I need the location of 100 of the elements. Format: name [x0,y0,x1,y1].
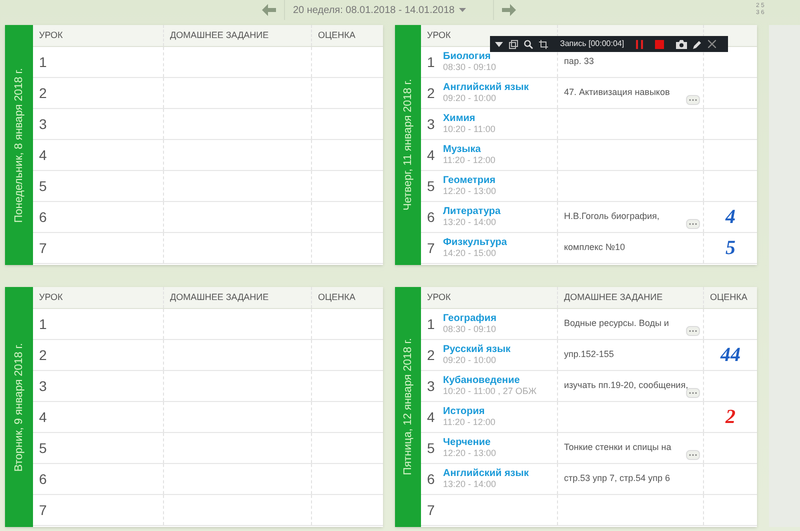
right-arrow-icon[interactable] [502,4,516,16]
subject-link[interactable]: Химия [443,113,496,124]
grade: 2 [726,405,736,430]
subject-link[interactable]: Английский язык [443,82,529,93]
lesson-time: 12:20 - 13:00 [443,448,496,459]
close-icon[interactable] [708,40,716,48]
lesson-number: 4 [427,408,436,426]
lesson-number: 6 [427,470,436,488]
column-header: ОЦЕНКА [318,28,356,42]
column-header: УРОК [427,290,451,304]
column-header: ДОМАШНЕЕ ЗАДАНИЕ [564,290,663,304]
lesson-time: 13:20 - 14:00 [443,217,498,228]
pencil-icon[interactable] [693,40,702,48]
lesson-number: 7 [427,238,436,258]
grade: 44 [720,343,740,368]
homework-text: стр.53 упр 7, стр.54 упр 6 [564,472,670,486]
lesson-time: 09:20 - 10:00 [443,93,498,104]
homework-text: комплекс №10 [564,241,626,254]
subject-link[interactable]: Черчение [443,437,496,448]
column-header: УРОК [427,28,451,42]
lesson-number: 2 [39,346,48,364]
lesson-number: 3 [39,376,48,396]
lesson-number: 1 [39,314,48,334]
column-header: ДОМАШНЕЕ ЗАДАНИЕ [170,290,269,304]
lesson-number: 3 [427,114,436,134]
subject-link[interactable]: География [443,313,496,324]
lesson-number: 6 [39,470,48,488]
subject-link[interactable]: Биология [443,51,496,62]
lesson-time: 14:20 - 15:00 [443,248,498,259]
day-date: Четверг, 11 января 2018 г. [400,79,415,211]
subject-link[interactable]: Русский язык [443,344,511,355]
search-icon[interactable] [524,40,533,48]
lesson-number: 5 [427,438,436,458]
lesson-number: 1 [39,52,48,72]
crop-icon[interactable] [539,40,548,48]
lesson-number: 6 [427,208,436,226]
homework-text: Тонкие стенки и спицы на [564,441,672,454]
lesson-number: 5 [39,176,48,196]
lesson-number: 2 [39,84,48,102]
camera-icon[interactable] [676,40,688,48]
subject-link[interactable]: Геометрия [443,175,496,186]
dropdown-icon[interactable] [495,42,503,46]
lesson-number: 1 [427,314,436,334]
lesson-number: 3 [39,114,48,134]
caret-icon[interactable] [458,8,466,12]
lesson-time: 10:20 - 11:00 , 27 ОБЖ [443,386,537,397]
lesson-number: 4 [39,146,48,164]
lesson-number: 7 [39,238,48,258]
column-header: УРОК [39,290,63,304]
lesson-number: 5 [427,176,436,196]
homework-text: Н.В.Гоголь биография, [564,210,660,224]
lesson-number: 7 [427,500,436,520]
lesson-number: 4 [39,408,48,426]
grade: 5 [726,236,736,261]
subject-link[interactable]: Кубановедение [443,375,537,386]
day-date: Пятница, 12 января 2018 г. [400,338,415,476]
more-button[interactable] [686,326,700,336]
subject-link[interactable]: Музыка [443,144,496,155]
lesson-time: 11:20 - 12:00 [443,417,496,428]
lesson-number: 6 [39,208,48,226]
subject-link[interactable]: История [443,406,496,417]
day-date: Вторник, 9 января 2018 г. [12,342,26,472]
lesson-time: 09:20 - 10:00 [443,355,498,366]
homework-text: упр.152-155 [564,348,614,362]
more-button[interactable] [686,219,700,229]
column-header: ОЦЕНКА [710,290,748,304]
day-date: Понедельник, 8 января 2018 г. [12,68,26,222]
lesson-number: 2 [427,84,436,102]
subject-link[interactable]: Литература [443,206,501,217]
week-label[interactable]: 20 неделя: 08.01.2018 - 14.01.2018 [293,2,455,18]
homework-text: изучать пп.19-20, сообщения, [564,379,688,392]
column-header: УРОК [39,28,63,42]
lesson-number: 3 [427,376,436,396]
lesson-number: 5 [39,438,48,458]
subject-link[interactable]: Физкультура [443,237,507,248]
homework-text: пар. 33 [564,55,594,68]
pause-icon[interactable] [636,40,644,48]
recording-status: Запись [00:00:04] [560,38,624,50]
homework-text: 47. Активизация навыков [564,86,670,100]
lesson-time: 08:30 - 09:10 [443,62,496,73]
lesson-number: 7 [39,500,48,520]
lesson-time: 12:20 - 13:00 [443,186,496,197]
stop-icon[interactable] [655,40,664,48]
lesson-time: 08:30 - 09:10 [443,324,496,335]
more-button[interactable] [686,95,700,105]
column-header: ДОМАШНЕЕ ЗАДАНИЕ [170,28,269,42]
more-button[interactable] [686,388,700,398]
lesson-number: 2 [427,346,436,364]
lesson-number: 4 [427,146,436,164]
lesson-time: 10:20 - 11:00 [443,124,496,135]
lesson-number: 1 [427,52,436,72]
subject-link[interactable]: Английский язык [443,468,529,479]
lesson-time: 11:20 - 12:00 [443,155,496,166]
more-button[interactable] [686,450,700,460]
homework-text: Водные ресурсы. Воды и [564,317,669,330]
grade: 4 [726,205,736,230]
left-arrow-icon[interactable] [262,4,276,16]
windows-icon[interactable] [509,40,518,48]
column-header: ОЦЕНКА [318,290,356,304]
lesson-time: 13:20 - 14:00 [443,479,498,490]
